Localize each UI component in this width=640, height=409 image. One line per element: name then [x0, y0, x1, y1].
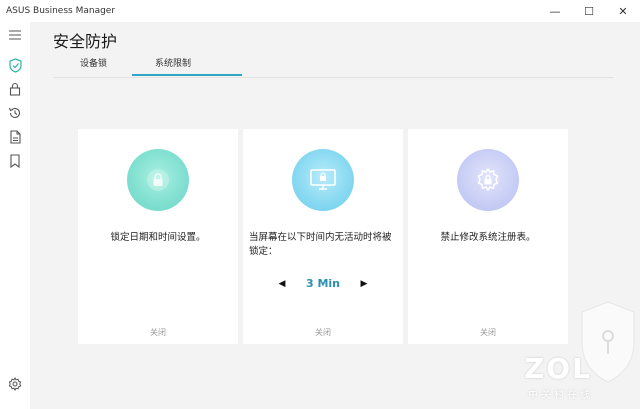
watermark-subtext: 中关村在线 [528, 390, 593, 401]
card-screen-lock: 当屏幕在以下时间内无活动时将被锁定： ◀ 3 Min ▶ 关闭 [243, 129, 403, 344]
card-description: 当屏幕在以下时间内无活动时将被锁定： [249, 232, 392, 257]
tab-divider [53, 77, 613, 78]
card-status[interactable]: 关闭 [243, 327, 403, 338]
bookmark-icon[interactable] [7, 153, 23, 169]
history-icon[interactable] [7, 105, 23, 121]
timeout-value: 3 Min [305, 277, 341, 290]
decrease-timeout-button[interactable]: ◀ [276, 279, 288, 289]
lock-icon [127, 149, 189, 211]
main-content: 安全防护 设备锁 系统限制 锁定日期和时间设置。 关闭 当屏幕在以下时间内无活动… [30, 22, 640, 409]
tab-system-restriction[interactable]: 系统限制 [155, 56, 191, 76]
title-bar: ASUS Business Manager — ☐ ✕ [0, 0, 640, 22]
active-tab-indicator [132, 74, 242, 76]
watermark-text: ZOL [524, 352, 592, 385]
page-title: 安全防护 [53, 32, 118, 51]
hamburger-menu-icon[interactable] [7, 27, 23, 43]
gear-icon[interactable] [7, 376, 23, 392]
minimize-button[interactable]: — [538, 0, 572, 22]
tab-device-lock[interactable]: 设备锁 [80, 56, 107, 76]
increase-timeout-button[interactable]: ▶ [358, 279, 370, 289]
maximize-button[interactable]: ☐ [572, 0, 606, 22]
lock-icon[interactable] [7, 81, 23, 97]
document-icon[interactable] [7, 129, 23, 145]
sidebar [0, 22, 30, 409]
timeout-stepper: ◀ 3 Min ▶ [243, 277, 403, 290]
gear-lock-icon [457, 149, 519, 211]
app-title: ASUS Business Manager [6, 6, 116, 16]
monitor-lock-icon [292, 149, 354, 211]
close-button[interactable]: ✕ [606, 0, 640, 22]
card-registry-block: 禁止修改系统注册表。 关闭 [408, 129, 568, 344]
zol-watermark: ZOL 中关村在线 [524, 300, 638, 405]
card-lock-datetime: 锁定日期和时间设置。 关闭 [78, 129, 238, 344]
shield-check-icon[interactable] [7, 57, 23, 73]
card-status[interactable]: 关闭 [78, 327, 238, 338]
card-description: 锁定日期和时间设置。 [110, 232, 206, 243]
card-description: 禁止修改系统注册表。 [440, 232, 536, 243]
card-status[interactable]: 关闭 [408, 327, 568, 338]
